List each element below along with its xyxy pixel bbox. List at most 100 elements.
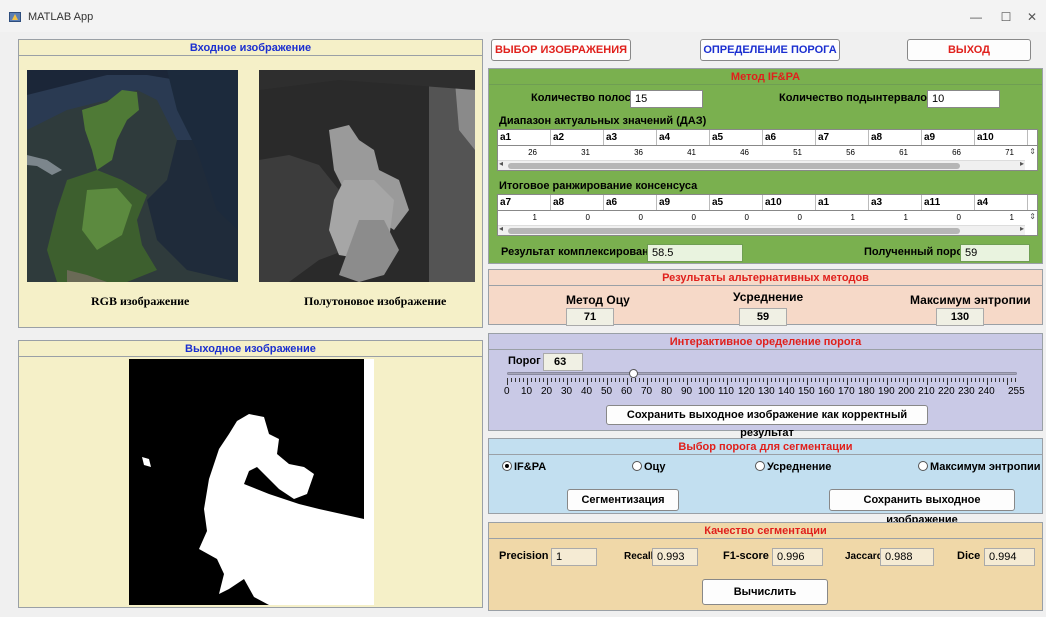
slider-tick-label: 170 [838, 386, 855, 397]
scroll-left-icon[interactable]: ◂ [499, 159, 503, 168]
scroll-right-icon[interactable]: ▸ [1020, 159, 1024, 168]
f1-score-field: 0.996 [772, 548, 823, 566]
f1-score-label: F1-score [723, 550, 769, 562]
slider-tick-label: 130 [758, 386, 775, 397]
daz-table[interactable]: a1 a2 a3 a4 a5 a6 a7 a8 a9 a10 26 31 36 41 46 51 56 61 66… [497, 129, 1038, 171]
alt-panel-title: Результаты альтернативных методов [489, 270, 1042, 286]
table-column-header: a10 [763, 195, 816, 210]
segmentation-quality-panel: Качество сегментации Precision 1 Recall … [488, 522, 1043, 611]
threshold-slider-thumb[interactable] [628, 369, 638, 378]
table-cell[interactable]: 66 [922, 146, 975, 160]
table-cell[interactable]: 1 [869, 211, 922, 225]
close-window-button[interactable]: ✕ [1020, 8, 1044, 26]
determine-threshold-button[interactable]: ОПРЕДЕЛЕНИЕ ПОРОГА [700, 39, 840, 61]
output-image-panel: Выходное изображение [18, 340, 483, 608]
radio-unselected-icon [918, 461, 928, 471]
table-cell[interactable]: 26 [498, 146, 551, 160]
slider-tick-label: 70 [641, 386, 653, 397]
table-column-header: a10 [975, 130, 1028, 145]
scroll-left-icon[interactable]: ◂ [499, 224, 503, 233]
subintervals-count-label: Количество подынтервалов [779, 92, 934, 104]
minimize-button[interactable]: — [964, 8, 988, 26]
table-cell[interactable]: 1 [498, 211, 551, 225]
grayscale-image [259, 70, 475, 282]
table-cell[interactable]: 0 [710, 211, 763, 225]
slider-tick-label: 100 [698, 386, 715, 397]
table-cell[interactable]: 46 [710, 146, 763, 160]
alternative-methods-panel: Результаты альтернативных методов Метод … [488, 269, 1043, 326]
window-title: MATLAB App [28, 11, 94, 23]
compute-button[interactable]: Вычислить [702, 579, 828, 605]
save-output-image-button[interactable]: Сохранить выходное изображение [829, 489, 1015, 526]
table-cell[interactable]: 61 [869, 146, 922, 160]
slider-tick-label: 160 [818, 386, 835, 397]
recall-label: Recall [624, 551, 654, 562]
subintervals-count-input[interactable]: 10 [927, 90, 1000, 108]
maximize-button[interactable]: ☐ [994, 8, 1018, 26]
table-column-header: a11 [922, 195, 975, 210]
slider-tick-label: 50 [601, 386, 613, 397]
output-panel-title: Выходное изображение [19, 341, 482, 357]
table-column-header: a2 [551, 130, 604, 145]
table-column-header: a7 [816, 130, 869, 145]
table-cell[interactable]: 41 [657, 146, 710, 160]
daz-table-scrollbar[interactable]: ◂ ▸ [498, 159, 1025, 170]
slider-tick-label: 180 [858, 386, 875, 397]
bands-count-label: Количество полос [531, 92, 631, 104]
rank-table-spinner-icon[interactable]: ⇕ [1029, 212, 1036, 221]
table-cell[interactable]: 36 [604, 146, 657, 160]
radio-average[interactable]: Усреднение [755, 461, 831, 473]
radio-ifpa[interactable]: IF&PA [502, 461, 546, 473]
average-value: 59 [739, 308, 787, 326]
input-panel-title: Входное изображение [19, 40, 482, 56]
segmentation-button[interactable]: Сегментизация [567, 489, 679, 511]
select-image-button[interactable]: ВЫБОР ИЗОБРАЖЕНИЯ [491, 39, 631, 61]
jaccard-label: Jaccard [845, 551, 883, 562]
table-cell[interactable]: 0 [657, 211, 710, 225]
table-cell[interactable]: 31 [551, 146, 604, 160]
table-column-header: a4 [657, 130, 710, 145]
bands-count-input[interactable]: 15 [630, 90, 703, 108]
daz-table-spinner-icon[interactable]: ⇕ [1029, 147, 1036, 156]
slider-tick-label: 10 [521, 386, 533, 397]
table-cell[interactable]: 56 [816, 146, 869, 160]
recall-field: 0.993 [652, 548, 698, 566]
scroll-right-icon[interactable]: ▸ [1020, 224, 1024, 233]
table-cell[interactable]: 1 [975, 211, 1028, 225]
table-column-header: a5 [710, 130, 763, 145]
precision-field: 1 [551, 548, 597, 566]
segmented-output-image [129, 359, 374, 605]
exit-button[interactable]: ВЫХОД [907, 39, 1031, 61]
table-cell[interactable]: 51 [763, 146, 816, 160]
dice-field: 0.994 [984, 548, 1035, 566]
otsu-label: Метод Оцу [566, 293, 630, 307]
interactive-panel-title: Интерактивное оределение порога [489, 334, 1042, 350]
save-as-correct-result-button[interactable]: Сохранить выходное изображение как корре… [606, 405, 928, 439]
table-cell[interactable]: 0 [604, 211, 657, 225]
consensus-ranking-table[interactable]: a7 a8 a6 a9 a5 a10 a1 a3 a11 a4 1000001101 ⇕ ◂ ▸ [497, 194, 1038, 236]
table-cell[interactable]: 71 [975, 146, 1028, 160]
table-column-header: a7 [498, 195, 551, 210]
table-cell[interactable]: 0 [922, 211, 975, 225]
slider-tick-label: 140 [778, 386, 795, 397]
ifpa-method-panel: Метод IF&PA Количество полос 15 Количест… [488, 68, 1043, 264]
slider-tick-label: 220 [938, 386, 955, 397]
slider-tick-label: 255 [1008, 386, 1025, 397]
radio-otsu[interactable]: Оцу [632, 461, 665, 473]
table-cell[interactable]: 0 [551, 211, 604, 225]
slider-tick-label: 120 [738, 386, 755, 397]
table-column-header: a9 [657, 195, 710, 210]
radio-max-entropy[interactable]: Максимум энтропии [918, 461, 1041, 473]
rgb-image-caption: RGB изображение [91, 294, 190, 308]
complexing-result-field: 58.5 [647, 244, 743, 262]
threshold-slider-labels: 0 10 20 30 40 50 60 70 80 90 100 110 120 130 140 150 160… [489, 386, 1044, 398]
slider-tick-label: 230 [958, 386, 975, 397]
table-cell[interactable]: 0 [763, 211, 816, 225]
segsel-panel-title: Выбор порога для сегментации [489, 439, 1042, 455]
threshold-value-field: 63 [543, 353, 583, 371]
rgb-image [27, 70, 238, 282]
grayscale-image-caption: Полутоновое изображение [304, 294, 447, 308]
rank-table-scrollbar[interactable]: ◂ ▸ [498, 224, 1025, 235]
table-column-header: a1 [816, 195, 869, 210]
table-cell[interactable]: 1 [816, 211, 869, 225]
